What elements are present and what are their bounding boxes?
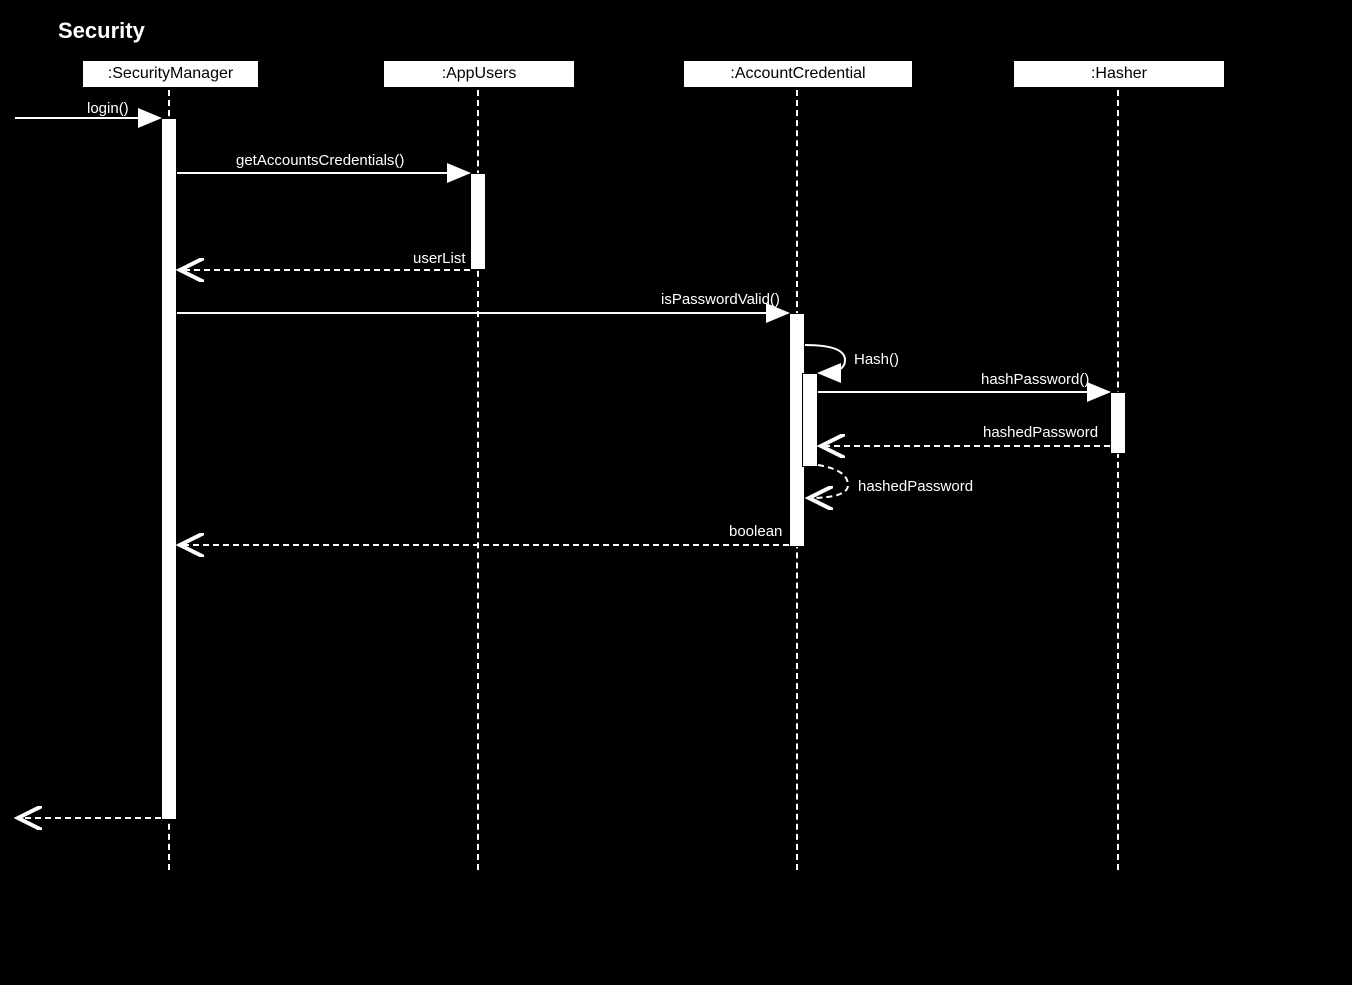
label-hashed-password-return: hashedPassword bbox=[858, 478, 973, 495]
participant-security-manager: :SecurityManager bbox=[82, 60, 259, 88]
activation-security-manager bbox=[161, 118, 177, 820]
arrows-svg bbox=[0, 0, 1352, 985]
activation-hasher bbox=[1110, 392, 1126, 454]
label-boolean: boolean bbox=[729, 523, 782, 540]
label-get-accounts-credentials: getAccountsCredentials() bbox=[236, 152, 404, 169]
participant-account-credential: :AccountCredential bbox=[683, 60, 913, 88]
activation-account-credential-hash bbox=[802, 373, 818, 467]
activation-app-users bbox=[470, 173, 486, 270]
participant-app-users: :AppUsers bbox=[383, 60, 575, 88]
lifeline-hasher bbox=[1117, 90, 1119, 870]
label-hash: Hash() bbox=[854, 351, 899, 368]
label-hash-password: hashPassword() bbox=[981, 371, 1089, 388]
participant-hasher: :Hasher bbox=[1013, 60, 1225, 88]
diagram-title: Security bbox=[58, 18, 145, 44]
label-login: login() bbox=[87, 100, 129, 117]
label-user-list: userList bbox=[413, 250, 466, 267]
label-hashed-password: hashedPassword bbox=[983, 424, 1098, 441]
label-is-password-valid: isPasswordValid() bbox=[661, 291, 780, 308]
